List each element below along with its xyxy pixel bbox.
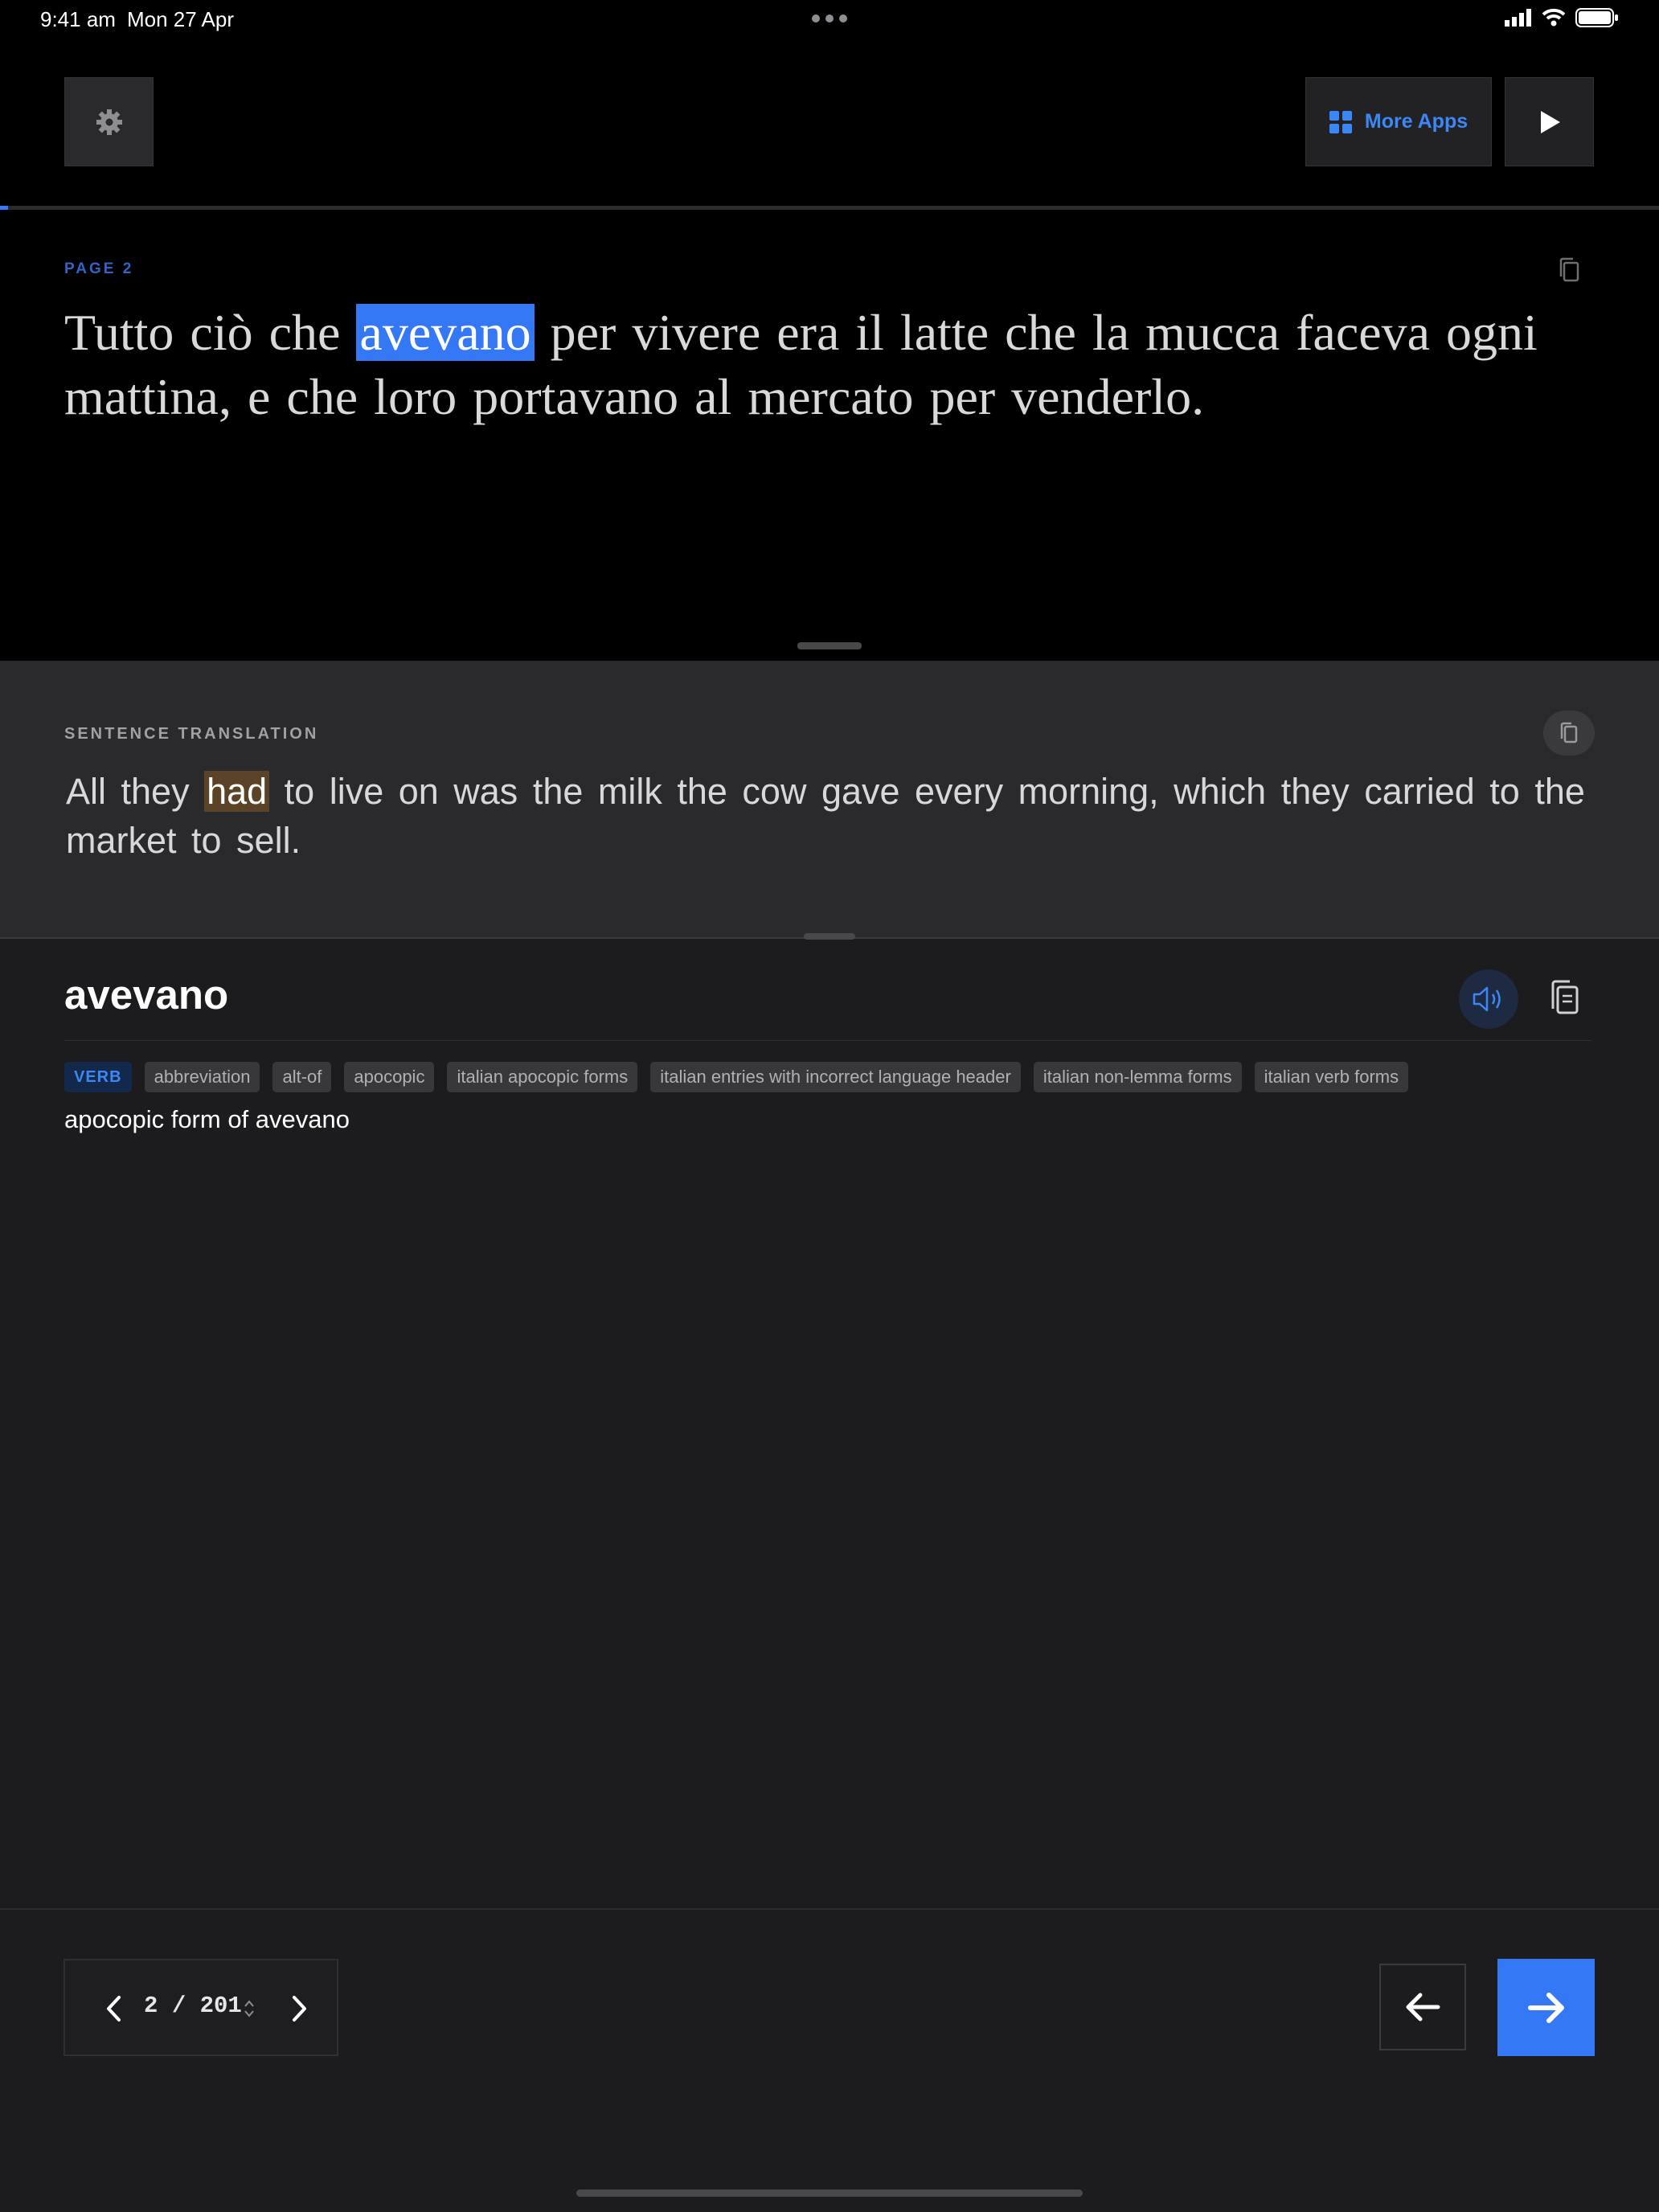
tag-chip: apocopic (344, 1062, 435, 1092)
dictionary-word: avevano (64, 972, 229, 1018)
tag-chip: italian entries with incorrect language … (650, 1062, 1021, 1092)
home-indicator[interactable] (576, 2189, 1083, 2197)
bottom-separator (0, 1908, 1659, 1910)
multitasking-dots[interactable] (812, 14, 847, 23)
passage-selected-word[interactable]: avevano (356, 304, 535, 361)
translation-after: to live on was the milk the cow gave eve… (66, 771, 1585, 861)
updown-icon[interactable] (244, 1999, 255, 2018)
page-navigator: 2 / 201 (63, 1959, 338, 2056)
wifi-icon (1542, 8, 1566, 27)
copy-translation-button[interactable] (1543, 711, 1595, 756)
arrow-left-icon (1406, 1993, 1440, 2022)
next-sentence-button[interactable] (1497, 1959, 1595, 2056)
total-pages: 201 (199, 1993, 242, 2019)
translation-highlight: had (204, 771, 270, 812)
status-bar: 9:41 am Mon 27 Apr (0, 0, 1659, 39)
grid-icon (1329, 110, 1352, 133)
previous-sentence-button[interactable] (1379, 1964, 1466, 2050)
tag-chip: alt-of (272, 1062, 332, 1092)
tag-chip: abbreviation (144, 1062, 260, 1092)
tag-chip: italian apocopic forms (447, 1062, 638, 1092)
translation-text: All they had to live on was the milk the… (66, 767, 1593, 865)
previous-page-button[interactable] (89, 1985, 137, 2033)
translation-before: All they (66, 771, 205, 812)
next-page-button[interactable] (276, 1985, 324, 2033)
speaker-icon (1473, 986, 1501, 1012)
reading-progress-fill (0, 206, 9, 210)
battery-icon (1575, 8, 1618, 27)
status-indicators (1505, 8, 1619, 27)
tag-chip: italian non-lemma forms (1033, 1062, 1242, 1092)
source-passage[interactable]: Tutto ciò che avevano per vivere era il … (64, 301, 1608, 429)
tag-chip: italian verb forms (1254, 1062, 1409, 1092)
status-date: Mon 27 Apr (127, 7, 234, 31)
reading-progress-bar (0, 206, 1659, 210)
status-time: 9:41 am (40, 7, 116, 31)
chevron-left-icon (107, 1996, 121, 2022)
current-page: 2 (144, 1993, 158, 2019)
more-apps-label: More Apps (1364, 110, 1469, 133)
translation-resize-handle[interactable] (804, 933, 855, 940)
part-of-speech-tag: VERB (64, 1062, 132, 1092)
passage-before[interactable]: Tutto ciò che (64, 304, 356, 361)
settings-button[interactable] (64, 77, 154, 166)
reader-area: 9:41 am Mon 27 Apr More Apps PAGE 2 Tutt… (0, 0, 1659, 661)
definition-text: apocopic form of avevano (64, 1105, 350, 1133)
copy-icon (1560, 722, 1578, 743)
play-icon (1540, 110, 1560, 133)
signal-icon (1505, 9, 1531, 27)
chevron-right-icon (293, 1996, 306, 2022)
page-counter[interactable]: 2 / 201 (144, 1993, 242, 2019)
dictionary-separator (64, 1040, 1591, 1041)
copy-passage-icon[interactable] (1555, 256, 1584, 285)
copy-word-icon[interactable] (1545, 977, 1583, 1022)
translation-panel: SENTENCE TRANSLATION All they had to liv… (0, 661, 1659, 937)
tag-list: VERB abbreviation alt-of apocopic italian a… (64, 1062, 1409, 1092)
translation-label: SENTENCE TRANSLATION (64, 725, 319, 743)
panel-resize-handle[interactable] (797, 642, 862, 649)
page-separator: / (171, 1993, 186, 2019)
play-button[interactable] (1505, 77, 1594, 166)
page-label: PAGE 2 (64, 260, 134, 277)
more-apps-button[interactable]: More Apps (1305, 77, 1492, 166)
gear-icon (96, 109, 122, 135)
pronounce-button[interactable] (1459, 969, 1518, 1029)
arrow-right-icon (1527, 1992, 1564, 2023)
